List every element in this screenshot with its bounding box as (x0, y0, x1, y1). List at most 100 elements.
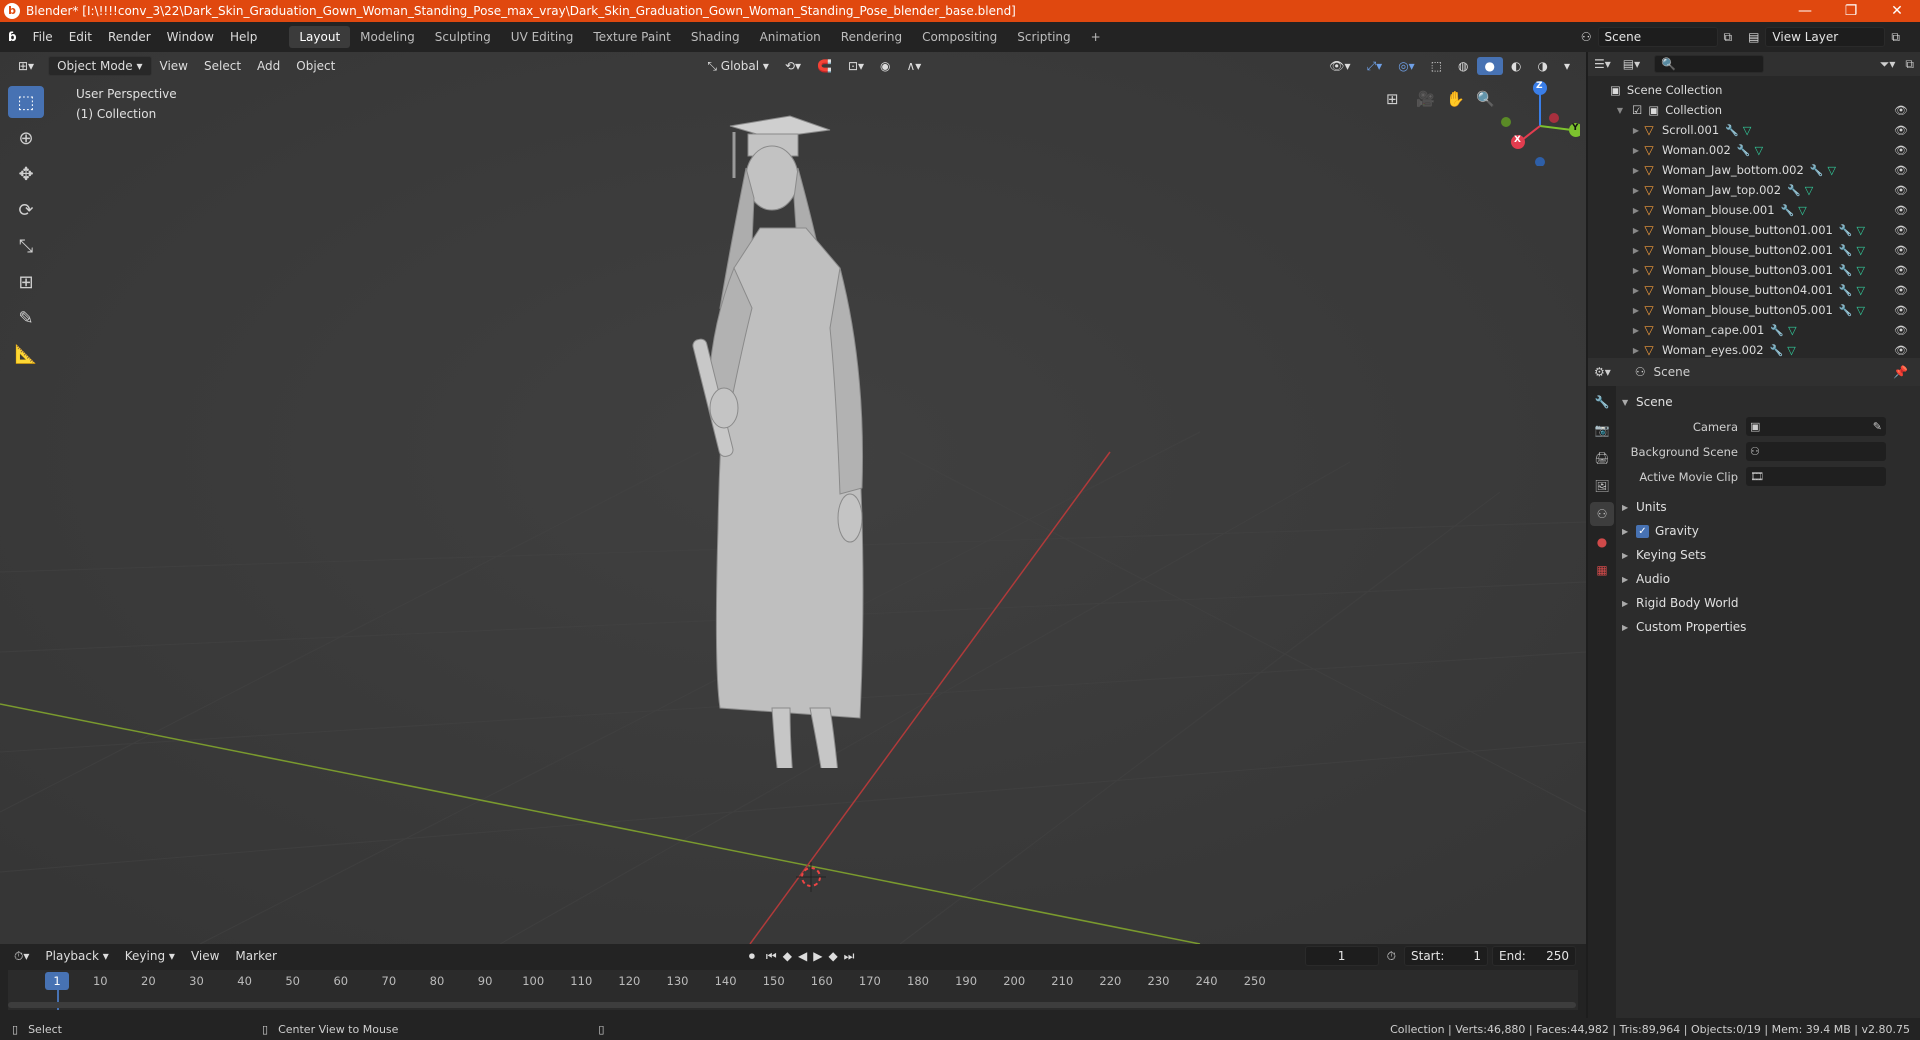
3d-viewport[interactable]: ⊞▾ Object Mode ▾ View Select Add Object … (0, 52, 1586, 944)
outliner-item[interactable]: ▶ ▽ Woman_eyes.002 🔧 ▽ 👁 (1588, 340, 1920, 358)
expand-icon[interactable]: ▶ (1630, 206, 1642, 215)
blender-menu-icon[interactable]: ɓ (0, 30, 25, 44)
close-button[interactable]: ✕ (1874, 3, 1920, 19)
gravity-checkbox-icon[interactable]: ✓ (1636, 524, 1649, 538)
add-workspace-icon[interactable]: + (1081, 26, 1111, 48)
mesh-data-icon[interactable]: ▽ (1828, 164, 1836, 177)
expand-icon[interactable]: ▶ (1630, 186, 1642, 195)
timeline-ruler[interactable]: 1 10 20 30 40 50 60 70 80 90 100 110 120 130 140 150 16… (8, 970, 1578, 1010)
modifier-wrench-icon[interactable]: 🔧 (1839, 244, 1853, 257)
scene-selector[interactable]: Scene (1597, 27, 1718, 47)
move-tool-icon[interactable]: ✥ (8, 158, 44, 190)
visibility-icon[interactable]: 👁▾ (1321, 57, 1358, 75)
outliner-item[interactable]: ▶ ▽ Woman_Jaw_bottom.002 🔧 ▽ 👁 (1588, 160, 1920, 180)
expand-icon[interactable]: ▶ (1630, 226, 1642, 235)
collection-checkbox-icon[interactable]: ☑ (1632, 103, 1642, 117)
modifier-wrench-icon[interactable]: 🔧 (1810, 164, 1824, 177)
modifier-wrench-icon[interactable]: 🔧 (1839, 284, 1853, 297)
outliner-item[interactable]: ▶ ▽ Woman_blouse_button02.001 🔧 ▽ 👁 (1588, 240, 1920, 260)
current-frame-marker[interactable]: 1 (45, 972, 69, 990)
menu-file[interactable]: File (25, 30, 61, 44)
mesh-data-icon[interactable]: ▽ (1857, 244, 1865, 257)
visibility-eye-icon[interactable]: 👁 (1894, 144, 1908, 157)
camera-field[interactable]: ▣ ✎ (1746, 417, 1886, 436)
select-box-tool-icon[interactable]: ⬚ (8, 86, 44, 118)
workspace-tab-modeling[interactable]: Modeling (350, 26, 425, 48)
outliner-search-input[interactable]: 🔍 (1654, 55, 1765, 73)
outliner-editor-icon[interactable]: ☰▾ (1594, 57, 1611, 71)
modifier-wrench-icon[interactable]: 🔧 (1770, 344, 1784, 357)
jump-end-icon[interactable]: ⏭ (841, 947, 858, 966)
mesh-data-icon[interactable]: ▽ (1788, 324, 1796, 337)
workspace-tab-sculpting[interactable]: Sculpting (425, 26, 501, 48)
zoom-view-icon[interactable]: 🔍 (1476, 90, 1495, 108)
timeline-menu-view[interactable]: View (183, 947, 227, 965)
modifier-wrench-icon[interactable]: 🔧 (1737, 144, 1751, 157)
display-mode-icon[interactable]: ▤▾ (1623, 57, 1640, 71)
measure-tool-icon[interactable]: 📐 (8, 338, 44, 370)
start-frame-field[interactable]: Start: 1 (1404, 946, 1488, 966)
annotate-tool-icon[interactable]: ✎ (8, 302, 44, 334)
outliner-scene-collection[interactable]: ▣ Scene Collection (1588, 80, 1920, 100)
snap-icon[interactable]: 🧲 (809, 57, 840, 75)
timeline-editor-icon[interactable]: ⏱▾ (6, 947, 37, 966)
mesh-data-icon[interactable]: ▽ (1798, 204, 1806, 217)
outliner-item[interactable]: ▶ ▽ Woman_cape.001 🔧 ▽ 👁 (1588, 320, 1920, 340)
visibility-eye-icon[interactable]: 👁 (1894, 224, 1908, 237)
menu-render[interactable]: Render (100, 30, 159, 44)
outliner-item[interactable]: ▶ ▽ Woman.002 🔧 ▽ 👁 (1588, 140, 1920, 160)
view-layer-selector[interactable]: View Layer (1765, 27, 1886, 47)
modifier-wrench-icon[interactable]: 🔧 (1839, 264, 1853, 277)
mesh-data-icon[interactable]: ▽ (1755, 144, 1763, 157)
viewport-menu-view[interactable]: View (152, 57, 196, 75)
gizmo-toggle-icon[interactable]: ⤢▾ (1359, 57, 1391, 76)
3d-cursor-icon[interactable] (796, 862, 826, 892)
mesh-data-icon[interactable]: ▽ (1787, 344, 1795, 357)
expand-icon[interactable]: ▶ (1630, 346, 1642, 355)
audio-panel-header[interactable]: ▶ Audio (1616, 567, 1920, 591)
mesh-data-icon[interactable]: ▽ (1805, 184, 1813, 197)
proportional-edit-icon[interactable]: ◉ (872, 57, 898, 75)
workspace-tab-compositing[interactable]: Compositing (912, 26, 1007, 48)
keying-sets-panel-header[interactable]: ▶ Keying Sets (1616, 543, 1920, 567)
visibility-eye-icon[interactable]: 👁 (1894, 264, 1908, 277)
outliner-item[interactable]: ▶ ▽ Woman_blouse_button03.001 🔧 ▽ 👁 (1588, 260, 1920, 280)
editor-type-icon[interactable]: ⊞▾ (10, 57, 42, 75)
rotate-tool-icon[interactable]: ⟳ (8, 194, 44, 226)
eyedropper-icon[interactable]: ✎ (1873, 420, 1882, 433)
tool-tab-icon[interactable]: 🔧 (1590, 390, 1614, 414)
mode-selector[interactable]: Object Mode ▾ (48, 56, 152, 76)
properties-editor-icon[interactable]: ⚙▾ (1594, 365, 1611, 379)
visibility-eye-icon[interactable]: 👁 (1894, 164, 1908, 177)
rigid-body-world-panel-header[interactable]: ▶ Rigid Body World (1616, 591, 1920, 615)
menu-window[interactable]: Window (159, 30, 222, 44)
visibility-eye-icon[interactable]: 👁 (1894, 344, 1908, 357)
expand-icon[interactable]: ▶ (1630, 166, 1642, 175)
mesh-data-icon[interactable]: ▽ (1857, 304, 1865, 317)
shading-options-icon[interactable]: ▾ (1556, 57, 1578, 75)
outliner-item[interactable]: ▶ ▽ Woman_blouse.001 🔧 ▽ 👁 (1588, 200, 1920, 220)
world-tab-icon[interactable]: ● (1590, 530, 1614, 554)
play-reverse-icon[interactable]: ◀ (795, 947, 810, 965)
render-tab-icon[interactable]: 📷 (1590, 418, 1614, 442)
scene-panel-header[interactable]: ▼ Scene (1616, 390, 1920, 414)
falloff-icon[interactable]: ∧▾ (899, 57, 930, 75)
new-view-layer-icon[interactable]: ⧉ (1891, 30, 1900, 45)
output-tab-icon[interactable]: 🖨 (1590, 446, 1614, 470)
workspace-tab-animation[interactable]: Animation (750, 26, 831, 48)
background-scene-field[interactable]: ⚇ (1746, 442, 1886, 461)
visibility-eye-icon[interactable]: 👁 (1894, 324, 1908, 337)
workspace-tab-texture-paint[interactable]: Texture Paint (583, 26, 680, 48)
modifier-wrench-icon[interactable]: 🔧 (1770, 324, 1784, 337)
xray-icon[interactable]: ⬚ (1423, 57, 1450, 75)
view-layer-tab-icon[interactable]: 🖼 (1590, 474, 1614, 498)
outliner-item[interactable]: ▶ ▽ Woman_Jaw_top.002 🔧 ▽ 👁 (1588, 180, 1920, 200)
outliner-item[interactable]: ▶ ▽ Scroll.001 🔧 ▽ 👁 (1588, 120, 1920, 140)
solid-shading-icon[interactable]: ● (1476, 57, 1503, 75)
filter-icon[interactable]: ⏷▾ (1880, 57, 1896, 72)
restore-button[interactable]: ❐ (1828, 3, 1874, 19)
timeline-menu-marker[interactable]: Marker (227, 947, 284, 965)
scene-tab-icon[interactable]: ⚇ (1590, 502, 1614, 526)
collapse-icon[interactable]: ▼ (1614, 106, 1626, 115)
expand-icon[interactable]: ▶ (1630, 266, 1642, 275)
